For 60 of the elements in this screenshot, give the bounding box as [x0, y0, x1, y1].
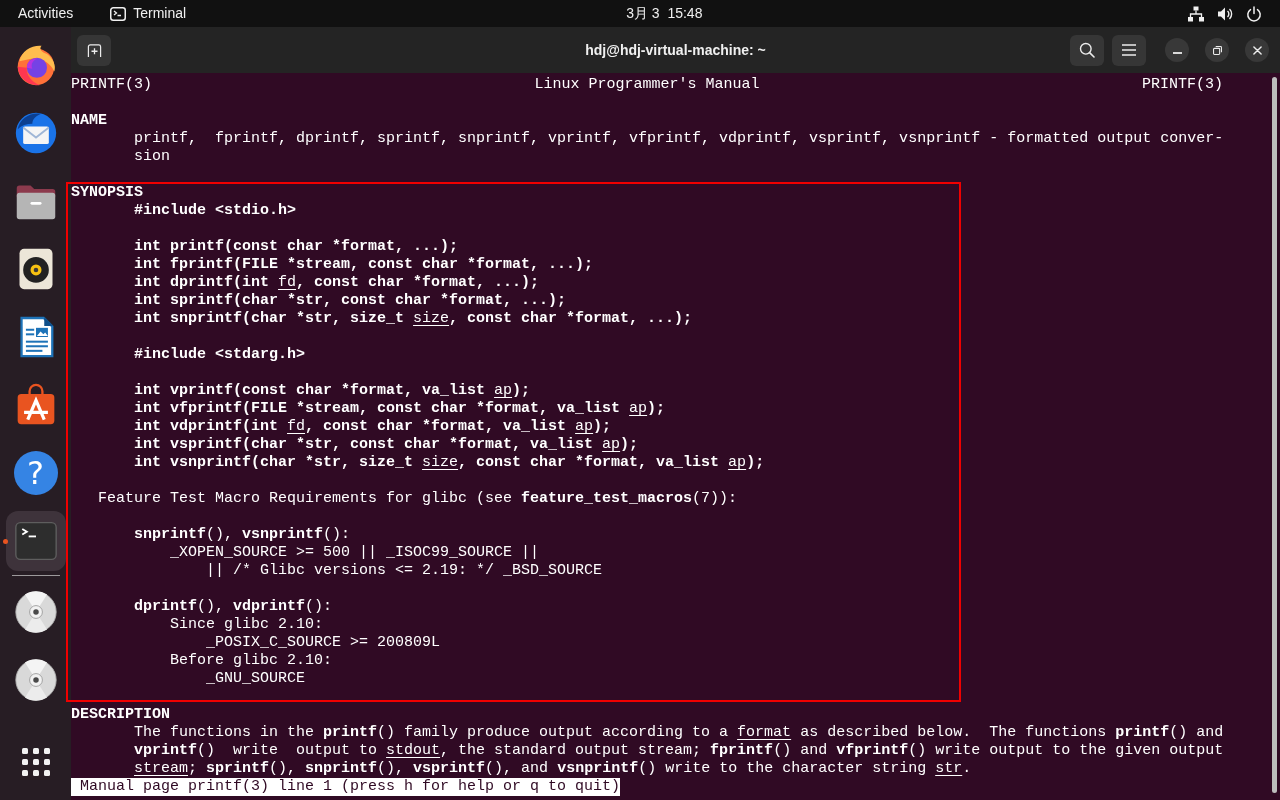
- power-icon[interactable]: [1246, 5, 1262, 22]
- text-line: int sprintf(char *str, const char *format, ...);: [134, 292, 567, 310]
- subsection-heading: Feature Test Macro Requirements for glibc (see feature_test_macros(7)):: [98, 490, 738, 508]
- text-line: int vsprintf(char *str, const char *format, va_list ap);: [134, 436, 639, 454]
- text-line: || /* Glibc versions <= 2.19: */ _BSD_SOURCE: [206, 562, 603, 580]
- text-line: int printf(const char *format, ...);: [134, 238, 459, 256]
- page-header-text: PRINTF(3): [71, 76, 152, 94]
- text-line: int vprintf(const char *format, va_list ap);: [134, 382, 531, 400]
- minimize-button[interactable]: [1165, 38, 1189, 62]
- scrollbar[interactable]: [1272, 77, 1277, 793]
- text-line: _POSIX_C_SOURCE >= 200809L: [206, 634, 441, 652]
- volume-icon[interactable]: [1217, 5, 1233, 22]
- app-grid-icon: [21, 748, 50, 776]
- text-line: int vdprintf(int fd, const char *format, va_list ap);: [134, 418, 612, 436]
- close-button[interactable]: [1245, 38, 1269, 62]
- terminal-icon: [13, 519, 58, 563]
- text-line: Since glibc 2.10:: [170, 616, 324, 634]
- restore-button[interactable]: [1205, 38, 1229, 62]
- text-line: int vfprintf(FILE *stream, const char *format, va_list ap);: [134, 400, 666, 418]
- menu-icon: [1122, 44, 1136, 56]
- window-title: hdj@hdj-virtual-machine: ~: [585, 40, 766, 60]
- new-tab-button[interactable]: [77, 34, 111, 66]
- text-line: int snprintf(char *str, size_t size, const char *format, ...);: [134, 310, 693, 328]
- text-line: printf, fprintf, dprintf, sprintf, snprintf, vprintf, vfprintf, vdprintf, vsprintf, vsnprintf - formatted output conver-: [134, 130, 1224, 148]
- tab-plus-icon: [86, 42, 102, 58]
- section-heading: DESCRIPTION: [71, 706, 171, 724]
- text-line: The functions in the printf() family produce output according to a format as described below. The functions printf() and: [134, 724, 1224, 742]
- envelope-icon: [13, 111, 58, 155]
- text-line: #include <stdio.h>: [134, 202, 297, 220]
- minimize-icon: [1172, 51, 1182, 54]
- disc-icon: [13, 590, 58, 634]
- terminal-icon: [110, 5, 127, 22]
- text-line: dprintf(), vdprintf():: [134, 598, 333, 616]
- text-line: int fprintf(FILE *stream, const char *format, ...);: [134, 256, 594, 274]
- section-heading: SYNOPSIS: [71, 184, 143, 202]
- restore-icon: [1212, 45, 1222, 55]
- text-line: vprintf() write output to stdout, the standard output stream; fprintf() and vfprintf() write output to the given output: [134, 742, 1224, 760]
- close-icon: [1252, 45, 1262, 55]
- dock-item[interactable]: ?: [5, 443, 66, 503]
- page-header-text: Linux Programmer's Manual: [534, 76, 760, 94]
- text-line: Before glibc 2.10:: [170, 652, 333, 670]
- text-line: sion: [134, 148, 170, 166]
- app-menu-button[interactable]: Terminal: [110, 0, 187, 27]
- activities-button[interactable]: Activities: [18, 0, 74, 27]
- text-line: stream; sprintf(), snprintf(), vsprintf(), and vsnprintf() write to the character string str.: [134, 760, 972, 778]
- text-line: _GNU_SOURCE: [206, 670, 306, 688]
- page-header-text: PRINTF(3): [1141, 76, 1223, 94]
- search-button[interactable]: [1070, 34, 1104, 66]
- help-icon: ?: [13, 451, 58, 495]
- text-line: #include <stdarg.h>: [134, 346, 306, 364]
- text-line: _XOPEN_SOURCE >= 500 || _ISOC99_SOURCE ||: [170, 544, 540, 562]
- text-line: int dprintf(int fd, const char *format, ...);: [134, 274, 540, 292]
- search-icon: [1079, 42, 1095, 58]
- network-icon[interactable]: [1188, 5, 1204, 22]
- clock[interactable]: 3月 3 15:48: [626, 0, 703, 27]
- text-line: snprintf(), vsnprintf():: [134, 526, 351, 544]
- disc-icon: [13, 658, 58, 702]
- menu-button[interactable]: [1112, 34, 1146, 66]
- text-line: int vsnprintf(char *str, size_t size, const char *format, va_list ap);: [134, 454, 765, 472]
- section-heading: NAME: [71, 112, 107, 130]
